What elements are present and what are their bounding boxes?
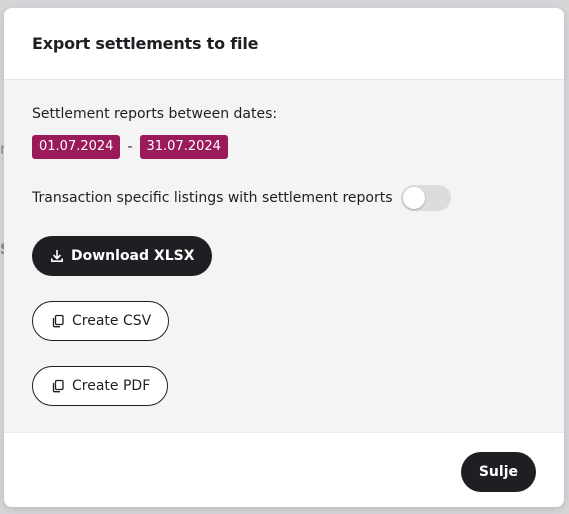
date-to-chip[interactable]: 31.07.2024 — [139, 135, 228, 159]
date-from-chip[interactable]: 01.07.2024 — [32, 135, 121, 159]
date-range: 01.07.2024 - 31.07.2024 — [32, 135, 536, 159]
dialog-body: Settlement reports between dates: 01.07.… — [4, 80, 564, 432]
export-settlements-dialog: Export settlements to file Settlement re… — [4, 8, 564, 507]
copy-icon — [51, 379, 65, 393]
create-csv-button[interactable]: Create CSV — [32, 301, 170, 341]
dialog-footer: Sulje — [4, 432, 564, 507]
date-separator: - — [127, 139, 133, 155]
dialog-header: Export settlements to file — [4, 8, 564, 80]
toggle-knob — [402, 187, 425, 209]
create-pdf-label: Create PDF — [72, 378, 151, 394]
create-csv-label: Create CSV — [72, 313, 152, 329]
download-xlsx-label: Download XLSX — [71, 248, 195, 264]
download-icon — [50, 249, 64, 263]
transaction-listings-toggle[interactable] — [400, 185, 451, 211]
download-xlsx-button[interactable]: Download XLSX — [32, 236, 212, 276]
close-button[interactable]: Sulje — [460, 452, 536, 492]
transaction-listings-row: Transaction specific listings with settl… — [32, 185, 536, 211]
transaction-listings-label: Transaction specific listings with settl… — [32, 190, 393, 206]
date-range-label: Settlement reports between dates: — [32, 106, 278, 122]
copy-icon — [51, 314, 65, 328]
create-pdf-button[interactable]: Create PDF — [32, 366, 169, 406]
dialog-title: Export settlements to file — [32, 34, 259, 53]
